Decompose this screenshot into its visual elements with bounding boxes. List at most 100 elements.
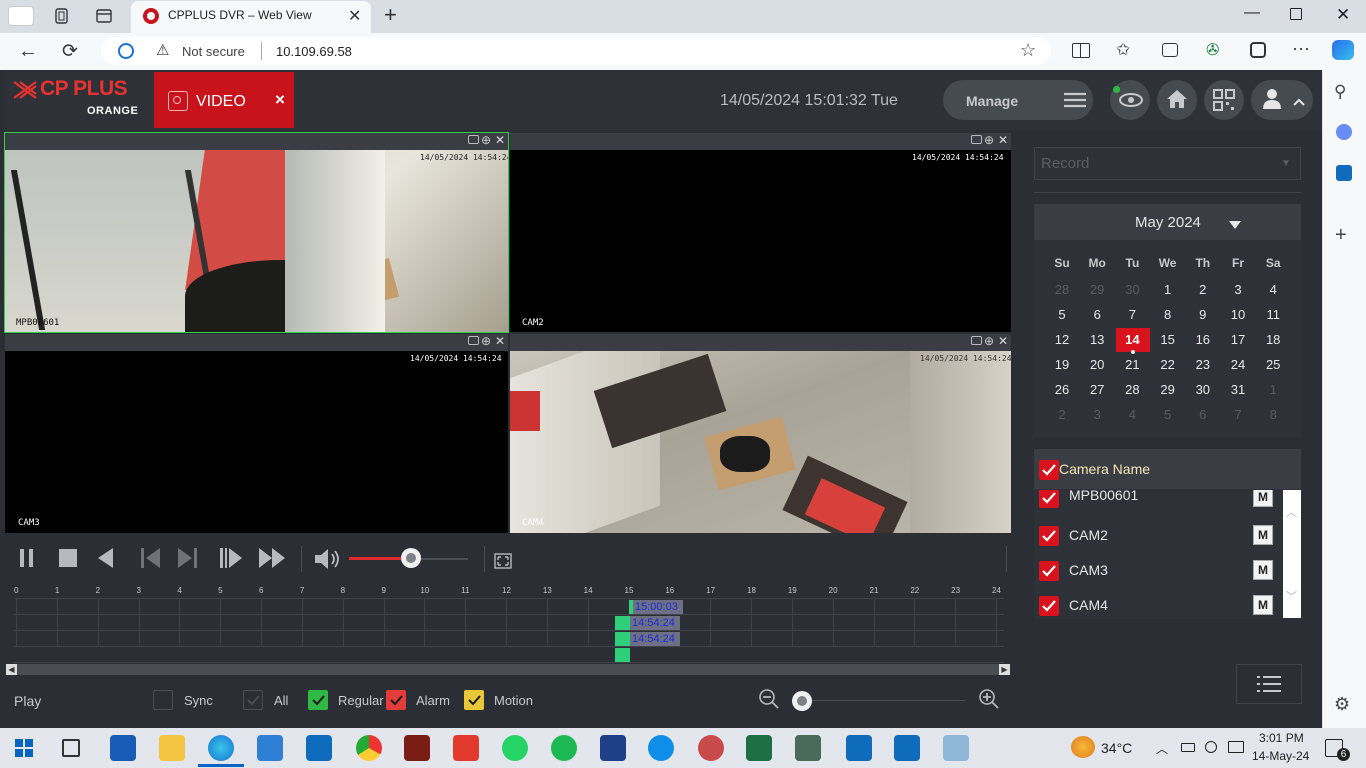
excel-icon[interactable] [746,735,772,761]
sidebar-copilot-icon[interactable] [1336,124,1352,140]
list-icon[interactable] [1257,676,1281,697]
user-icon[interactable] [1262,88,1282,115]
copilot-icon[interactable] [1332,40,1354,60]
camera-stream-badge[interactable]: M [1253,525,1273,545]
camera-stream-badge[interactable]: M [1253,490,1273,507]
battery-icon[interactable] [1181,743,1195,752]
home-icon[interactable] [1166,89,1188,114]
performance-icon[interactable] [1250,42,1266,58]
calendar-day[interactable]: 8 [1256,407,1290,422]
url-text[interactable]: 10.109.69.58 [276,44,352,59]
camera-checkbox[interactable] [1039,490,1059,508]
calendar-day[interactable]: 31 [1221,382,1255,397]
camera-checkbox[interactable] [1039,526,1059,546]
calendar-day[interactable]: 24 [1221,357,1255,372]
calendar-day[interactable]: 27 [1080,382,1114,397]
calendar-month-label[interactable]: May 2024 [1135,214,1201,231]
camera-checkbox[interactable] [1039,561,1059,581]
cam3-snapshot-icon[interactable] [468,336,479,345]
edge-taskbar-icon[interactable] [208,735,234,761]
month-dropdown-icon[interactable] [1229,216,1241,234]
eye-icon[interactable] [1119,93,1143,112]
sidebar-add-icon[interactable]: + [1335,224,1347,247]
calendar-day[interactable]: 2 [1045,407,1079,422]
step-forward-button[interactable] [220,548,242,573]
cam1-zoom-icon[interactable]: ⊕ [481,133,491,147]
cam2-zoom-icon[interactable]: ⊕ [984,133,994,147]
tray-chevron-icon[interactable]: ︿ [1156,740,1168,757]
app-paper-icon[interactable] [943,735,969,761]
cam2-feed[interactable] [510,150,1011,332]
calendar-day[interactable]: 20 [1080,357,1114,372]
cam1-snapshot-icon[interactable] [468,135,479,144]
calendar-day[interactable]: 28 [1045,282,1079,297]
app-7-icon[interactable] [404,735,430,761]
calendar-day[interactable]: 25 [1256,357,1290,372]
calendar-day[interactable]: 6 [1186,407,1220,422]
manage-label[interactable]: Manage [966,93,1018,109]
cam4-feed[interactable] [510,351,1011,533]
calendar-day[interactable]: 29 [1151,382,1185,397]
calendar-day[interactable]: 2 [1186,282,1220,297]
scroll-down-icon[interactable]: ﹀ [1286,588,1297,604]
timeline-zoom-thumb[interactable] [792,691,812,711]
start-button-icon[interactable] [15,739,33,762]
news-app-icon[interactable] [110,735,136,761]
sidebar-search-icon[interactable]: ⚲ [1334,82,1346,102]
calendar-day[interactable]: 30 [1115,282,1149,297]
fast-forward-button[interactable] [259,548,285,573]
zoom-out-icon[interactable] [759,689,779,714]
cam1-close-icon[interactable]: ✕ [495,133,505,147]
volume-icon[interactable] [315,548,341,575]
timeline[interactable]: 0 1 2 3 4 5 6 7 8 9 10 11 12 13 14 15 16 17 18 19 20 21 22 23 24… [4,584,1012,676]
calendar-day[interactable]: 26 [1045,382,1079,397]
camera-list-item[interactable]: CAM3 M [1034,556,1282,589]
back-button[interactable]: ← [18,40,38,63]
calendar-day[interactable]: 1 [1151,282,1185,297]
chrome-icon[interactable] [356,735,382,761]
timeline-scrollbar[interactable] [6,664,1010,675]
calendar-day[interactable]: 4 [1115,407,1149,422]
calendar-day[interactable]: 7 [1221,407,1255,422]
cam1-feed[interactable] [5,150,508,332]
cam4-snapshot-icon[interactable] [971,336,982,345]
cam2-snapshot-icon[interactable] [971,135,982,144]
calendar-day[interactable]: 9 [1186,307,1220,322]
calendar-day[interactable]: 3 [1221,282,1255,297]
calendar-day[interactable]: 14 [1115,332,1149,347]
all-checkbox[interactable] [243,690,263,710]
calendar-day[interactable]: 28 [1115,382,1149,397]
calendar-day[interactable]: 10 [1221,307,1255,322]
vertical-tabs-icon[interactable] [95,7,113,25]
mail-icon[interactable] [306,735,332,761]
motion-checkbox[interactable] [464,690,484,710]
outlook-icon[interactable] [846,735,872,761]
calendar-day[interactable]: 23 [1186,357,1220,372]
minimize-button[interactable]: — [1244,4,1260,22]
task-view-icon[interactable] [62,739,80,757]
network-icon[interactable] [1228,741,1244,753]
regular-checkbox[interactable] [308,690,328,710]
cam3-feed[interactable] [5,351,508,533]
app-dish-icon[interactable] [698,735,724,761]
camera-checkbox[interactable] [1039,596,1059,616]
video-tab-label[interactable]: VIDEO [196,93,246,111]
scroll-right-icon[interactable]: ▶ [999,664,1010,675]
collections-icon[interactable] [1162,43,1178,57]
calendar-day[interactable]: 19 [1045,357,1079,372]
manage-menu-icon[interactable] [1064,92,1086,108]
calendar-day[interactable]: 6 [1080,307,1114,322]
anydesk-icon[interactable] [453,735,479,761]
calendar-day[interactable]: 7 [1115,307,1149,322]
favorite-star-icon[interactable]: ☆ [1020,40,1036,61]
camera-stream-badge[interactable]: M [1253,595,1273,615]
favorites-icon[interactable]: ✩ [1116,40,1130,60]
teamviewer-icon[interactable] [648,735,674,761]
extensions-icon[interactable]: ✇ [1206,40,1219,60]
calendar-day[interactable]: 1 [1256,382,1290,397]
camera-list-item[interactable]: CAM2 M [1034,521,1282,554]
calendar-day[interactable]: 21 [1115,357,1149,372]
alarm-checkbox[interactable] [386,690,406,710]
weather-icon[interactable] [1071,736,1095,758]
calendar-day[interactable]: 4 [1256,282,1290,297]
